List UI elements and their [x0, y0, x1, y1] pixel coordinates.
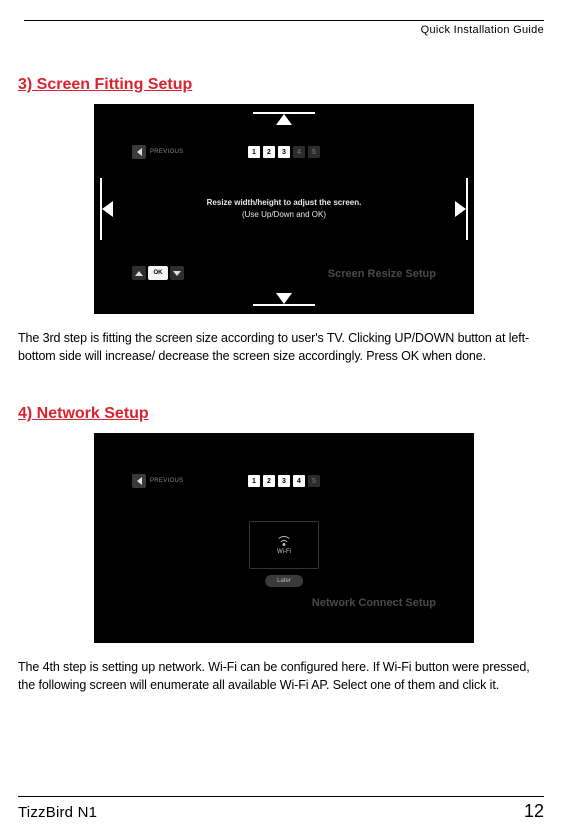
network-connect-label: Network Connect Setup: [312, 597, 436, 609]
wifi-button[interactable]: Wi-Fi: [249, 521, 319, 569]
section3-body: The 3rd step is fitting the screen size …: [18, 330, 550, 365]
header-guide-label: Quick Installation Guide: [24, 24, 544, 36]
ok-button[interactable]: OK: [148, 266, 168, 280]
page-number: 12: [524, 801, 544, 822]
previous-label: PREVIOUS: [150, 478, 183, 484]
network-setup-screenshot: PREVIOUS 1 2 3 4 5 Wi-Fi Later Network C…: [94, 433, 474, 643]
down-button-icon[interactable]: [170, 266, 184, 280]
step-indicator: 1 2 3 4 5: [248, 475, 320, 487]
arrow-up-icon: [276, 114, 292, 125]
step-4: 4: [293, 146, 305, 158]
step-3: 3: [278, 475, 290, 487]
screen-fitting-screenshot: PREVIOUS 1 2 3 4 5 Resize width/height t…: [94, 104, 474, 314]
previous-button[interactable]: [132, 145, 146, 159]
wifi-icon: [277, 536, 291, 546]
wifi-label: Wi-Fi: [277, 549, 291, 555]
arrow-left-icon: [102, 201, 113, 217]
up-button-icon[interactable]: [132, 266, 146, 280]
step-5: 5: [308, 146, 320, 158]
step-2: 2: [263, 475, 275, 487]
arrow-down-icon: [276, 293, 292, 304]
later-button[interactable]: Later: [265, 575, 303, 587]
step-indicator: 1 2 3 4 5: [248, 146, 320, 158]
step-1: 1: [248, 146, 260, 158]
step-4: 4: [293, 475, 305, 487]
section4-body: The 4th step is setting up network. Wi-F…: [18, 659, 550, 694]
step-5: 5: [308, 475, 320, 487]
previous-label: PREVIOUS: [150, 149, 183, 155]
footer-brand: TizzBird N1: [18, 804, 97, 821]
step-3: 3: [278, 146, 290, 158]
arrow-right-icon: [455, 201, 466, 217]
step-1: 1: [248, 475, 260, 487]
section4-title: 4) Network Setup: [18, 405, 550, 423]
previous-button[interactable]: [132, 474, 146, 488]
screen-resize-label: Screen Resize Setup: [328, 268, 436, 280]
section3-title: 3) Screen Fitting Setup: [18, 76, 550, 94]
step-2: 2: [263, 146, 275, 158]
ok-control-group[interactable]: OK: [132, 266, 184, 280]
resize-instruction: Resize width/height to adjust the screen…: [207, 197, 362, 221]
